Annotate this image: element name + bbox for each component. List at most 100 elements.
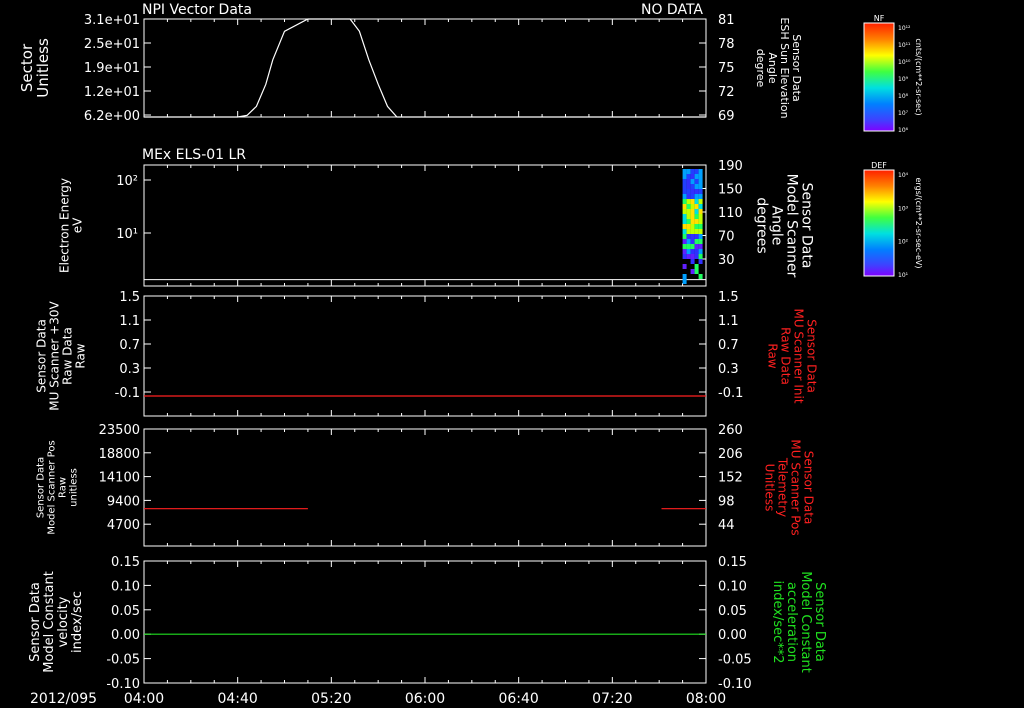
y-tick-label-right: 78 [718, 37, 735, 52]
heatmap-cell [690, 214, 695, 219]
heatmap-cell [694, 249, 699, 254]
heatmap-cell [694, 239, 699, 244]
y-tick-label: -0.1 [115, 386, 140, 401]
y-tick-label-right: 190 [718, 159, 743, 174]
heatmap-cell [690, 174, 695, 179]
colorbar-tick: 10³ [898, 205, 909, 212]
y-tick-label: 10² [116, 174, 138, 189]
heatmap-cell [682, 229, 687, 234]
heatmap-cell [686, 219, 691, 224]
heatmap-cell [690, 244, 695, 249]
y-tick-label: 0.05 [111, 604, 140, 619]
heatmap-cell [698, 169, 703, 174]
colorbar-tick: 10² [898, 239, 909, 246]
y-tick-label: 23500 [99, 423, 140, 438]
heatmap-cell [698, 249, 703, 254]
y-tick-label: 0.10 [111, 579, 140, 594]
y-tick-label: 1.1 [119, 314, 140, 329]
heatmap-cell [682, 244, 687, 249]
heatmap-cell [698, 229, 703, 234]
y-tick-label: 1.2e+01 [84, 85, 140, 100]
panel-frame [143, 428, 707, 547]
y-tick-label-right: 1.1 [718, 314, 739, 329]
y-tick-label-right: -0.1 [718, 386, 743, 401]
y-tick-label-right: 0.15 [718, 555, 747, 570]
colorbar-label: NF [874, 14, 885, 23]
heatmap-cell [682, 239, 687, 244]
heatmap-cell [690, 239, 695, 244]
panel-frame [143, 560, 707, 684]
x-tick-label: 07:20 [592, 691, 632, 707]
heatmap-cell [698, 239, 703, 244]
heatmap-cell [690, 179, 695, 184]
heatmap-cell [690, 259, 695, 264]
heatmap-cell [682, 174, 687, 179]
heatmap-cell [682, 279, 687, 284]
heatmap-cell [694, 189, 699, 194]
heatmap-cell [698, 259, 703, 264]
panel-1: 3.1e+01 2.5e+01 1.9e+01 1.2e+01 6.2e+00 81 78 7… [18, 13, 803, 124]
y-tick-label-right: 206 [718, 447, 743, 462]
y-tick-label-right: 0.3 [718, 362, 739, 377]
colorbar-nf: NF 10¹² 10¹¹ 10¹⁰ 10⁹ 10⁸ 10⁷ 10⁶ cnts/(cm**2-sr… [863, 14, 923, 134]
y-tick-label-right: 81 [718, 13, 735, 28]
y-tick-label-right: 0.00 [718, 628, 747, 643]
y-axis-label-left: Sensor DataMU Scanner +30VRaw DataRaw [35, 301, 88, 411]
heatmap-cell [690, 234, 695, 239]
heatmap-cell [682, 219, 687, 224]
heatmap-cell [686, 254, 691, 259]
y-tick-label: 0.3 [119, 362, 140, 377]
y-tick-label: 4700 [107, 518, 140, 533]
heatmap-cell [690, 254, 695, 259]
heatmap-cell [682, 199, 687, 204]
y-tick-label-right: 0.10 [718, 579, 747, 594]
y-axis-label-left: Sensor DataModel Scanner PosRawunitless [36, 440, 80, 534]
colorbar-tick: 10⁸ [898, 93, 909, 100]
heatmap-cell [686, 244, 691, 249]
panel-frame [143, 164, 707, 287]
y-tick-label: 0.00 [111, 628, 140, 643]
heatmap-cell [694, 194, 699, 199]
heatmap-cell [682, 264, 687, 269]
x-tick-label: 06:40 [498, 691, 538, 707]
y-tick-label-right: 69 [718, 109, 735, 124]
y-tick-label-right: 75 [718, 61, 735, 76]
heatmap-cell [682, 224, 687, 229]
heatmap-cell [686, 169, 691, 174]
heatmap-cell [682, 234, 687, 239]
heatmap-cell [690, 184, 695, 189]
heatmap-cell [686, 194, 691, 199]
heatmap-cell [682, 184, 687, 189]
heatmap-cell [686, 179, 691, 184]
heatmap-cell [694, 174, 699, 179]
x-tick-label: 04:00 [124, 691, 164, 707]
x-tick-label: 08:00 [686, 691, 726, 707]
heatmap-cell [694, 199, 699, 204]
colorbar-tick: 10⁶ [898, 127, 909, 134]
heatmap-cell [682, 169, 687, 174]
heatmap-cell [694, 179, 699, 184]
y-tick-label-right: 110 [718, 206, 743, 221]
y-tick-label-right: 70 [718, 230, 735, 245]
y-tick-label: 1.9e+01 [84, 61, 140, 76]
panel-5: 0.15 0.10 0.05 0.00 -0.05 -0.10 0.15 0.10 0.05 0.… [28, 555, 827, 692]
y-axis-label-right: Sensor DataModel ScannerAngledegrees [754, 174, 815, 278]
colorbar-tick: 10⁷ [898, 110, 909, 117]
y-tick-label-right: 1.5 [718, 290, 739, 305]
panel-3: 1.5 1.1 0.7 0.3 -0.1 1.5 1.1 0.7 0.3 -0.1 Sensor D… [35, 290, 819, 417]
colorbar-tick: 10¹⁰ [898, 59, 911, 66]
panel-frame [143, 18, 707, 118]
heatmap-cell [690, 194, 695, 199]
heatmap-cell [694, 219, 699, 224]
heatmap-cell [698, 209, 703, 214]
y-tick-label: 0.7 [119, 338, 140, 353]
heatmap-cell [694, 204, 699, 209]
y-tick-label: 18800 [99, 447, 140, 462]
heatmap-cell [694, 214, 699, 219]
y-tick-label: -0.05 [106, 653, 140, 668]
heatmap-cell [682, 254, 687, 259]
y-axis-label-right: Sensor DataModel Constantaccelerationind… [770, 571, 827, 673]
y-tick-label-right: 152 [718, 471, 743, 486]
heatmap-cell [682, 274, 687, 279]
heatmap-cell [694, 264, 699, 269]
